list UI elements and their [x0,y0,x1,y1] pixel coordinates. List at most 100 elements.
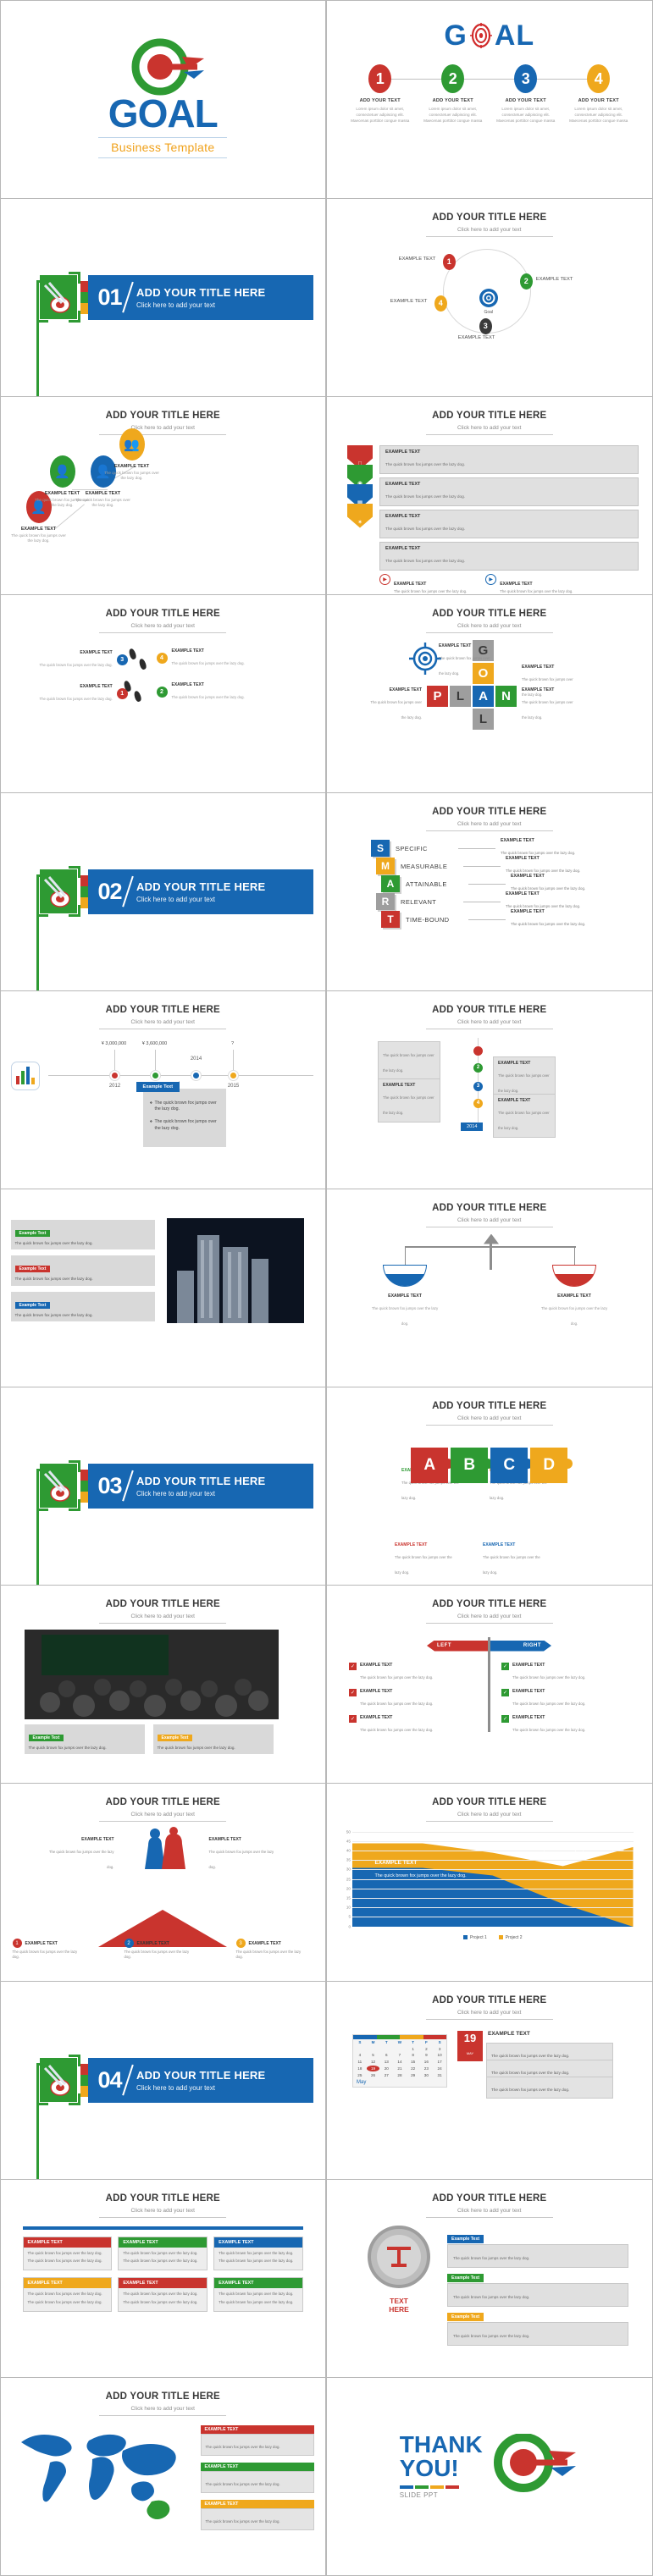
footstep-item[interactable]: EXAMPLE TEXT The quick brown fox jumps o… [40,650,128,670]
day-cell[interactable]: 13 [379,2059,393,2066]
timeline-dot[interactable]: 3 [473,1081,483,1091]
slide-timeline[interactable]: ADD YOUR TITLE HERE Click here to add yo… [0,990,326,1189]
caption-card[interactable]: Example Text The quick brown fox jumps o… [152,1724,274,1755]
day-cell[interactable]: 27 [379,2071,393,2078]
day-cell[interactable]: 18 [353,2066,367,2072]
slide-smart[interactable]: ADD YOUR TITLE HERE Click here to add yo… [326,792,653,991]
slide-photo-classroom[interactable]: ADD YOUR TITLE HERE Click here to add yo… [0,1584,326,1784]
day-cell-selected[interactable]: 19 [366,2065,380,2072]
day-cell[interactable]: 17 [433,2059,446,2066]
slide-orbit[interactable]: ADD YOUR TITLE HERE Click here to add yo… [326,197,653,397]
info-box[interactable]: EXAMPLE TEXT The quick brown fox jumps o… [213,2236,303,2271]
day-cell[interactable]: 22 [407,2066,420,2072]
slide-stamp[interactable]: ADD YOUR TITLE HERE Click here to add yo… [326,2178,653,2378]
day-cell[interactable]: 16 [420,2059,434,2066]
slide-section-03[interactable]: 03 ADD YOUR TITLE HERE Click here to add… [0,1386,326,1586]
timeline-dot[interactable] [473,1045,483,1056]
orbit-node-4[interactable]: 4 [434,295,447,312]
day-cell[interactable]: 5 [367,2052,380,2059]
agenda-step[interactable]: 4 ADD YOUR TEXT Lorem ipsum dolor sit am… [569,63,628,124]
info-box[interactable]: EXAMPLE TEXT The quick brown fox jumps o… [22,2236,113,2271]
day-cell[interactable]: 11 [353,2059,367,2066]
day-cell[interactable]: 24 [433,2066,446,2072]
play-link[interactable]: ▶ EXAMPLE TEXT The quick brown fox jumps… [485,573,573,594]
agenda-step[interactable]: 1 ADD YOUR TEXT Lorem ipsum dolor sit am… [351,63,410,124]
orbit-node-1[interactable]: 1 [442,253,456,270]
timeline-card[interactable]: The quick brown fox jumps over the lazy … [378,1040,440,1080]
sign-item[interactable]: ✓ EXAMPLE TEXT The quick brown fox jumps… [501,1662,630,1683]
sign-left[interactable]: LEFT [427,1640,488,1652]
smart-row[interactable]: R RELEVANT EXAMPLE TEXT The quick brown … [376,891,652,911]
sign-item[interactable]: ✓ EXAMPLE TEXT The quick brown fox jumps… [349,1662,478,1683]
stamp-row[interactable]: Example Text The quick brown fox jumps o… [447,2307,628,2346]
day-cell[interactable]: 28 [393,2071,407,2078]
day-cell[interactable] [379,2045,393,2052]
chevron-row[interactable]: EXAMPLE TEXT The quick brown fox jumps o… [379,509,639,538]
sign-item[interactable]: ✓ EXAMPLE TEXT The quick brown fox jumps… [349,1714,478,1735]
info-box[interactable]: EXAMPLE TEXT The quick brown fox jumps o… [213,2277,303,2312]
sign-item[interactable]: ✓ EXAMPLE TEXT The quick brown fox jumps… [349,1688,478,1709]
section-banner[interactable]: 01 ADD YOUR TITLE HERE Click here to add… [87,274,313,320]
calendar-row[interactable]: The quick brown fox jumps over the lazy … [486,2076,613,2099]
puzzle-piece-c[interactable]: C [490,1447,534,1483]
day-cell[interactable]: 4 [353,2052,367,2059]
timeline-dot-2013[interactable] [149,1069,161,1081]
timeline-dot[interactable]: 2 [473,1062,483,1073]
slide-thank-you[interactable]: THANK YOU! SLIDE PPT [326,2376,653,2576]
info-box[interactable]: EXAMPLE TEXT The quick brown fox jumps o… [118,2277,208,2312]
day-cell[interactable]: 20 [379,2066,393,2072]
day-cell[interactable]: 2 [420,2045,434,2052]
footstep-item[interactable]: 2 EXAMPLE TEXT The quick brown fox jumps… [156,682,245,703]
day-cell[interactable]: 31 [433,2071,446,2078]
orbit-node-2[interactable]: 2 [519,273,533,290]
smart-row[interactable]: M MEASURABLE EXAMPLE TEXT The quick brow… [376,856,652,875]
pyramid-item[interactable]: 1 EXAMPLE TEXT The quick brown fox jumps… [12,1939,82,1960]
chevron-row[interactable]: EXAMPLE TEXT The quick brown fox jumps o… [379,444,639,474]
puzzle-piece-d[interactable]: D [530,1447,573,1483]
map-card[interactable]: EXAMPLE TEXT The quick brown fox jumps o… [200,2499,314,2530]
timeline-dot-2012[interactable] [108,1069,120,1081]
slide-puzzle[interactable]: ADD YOUR TITLE HERE Click here to add yo… [326,1386,653,1586]
slide-footsteps[interactable]: ADD YOUR TITLE HERE Click here to add yo… [0,593,326,793]
day-cell[interactable]: 9 [420,2052,434,2059]
info-box[interactable]: EXAMPLE TEXT The quick brown fox jumps o… [22,2277,113,2312]
calendar-widget[interactable]: S M T W T F S 123 4 5 6 7 8 9 10 11 12 13 14 15 16 1… [352,2033,447,2088]
smart-row[interactable]: S SPECIFIC EXAMPLE TEXT The quick brown … [371,838,652,858]
day-cell[interactable]: 8 [407,2052,420,2059]
slide-section-04[interactable]: 04 ADD YOUR TITLE HERE Click here to add… [0,1980,326,2180]
day-cell[interactable]: 6 [379,2052,393,2059]
day-cell[interactable]: 3 [433,2045,446,2052]
day-cell[interactable]: 30 [420,2071,434,2078]
day-cell[interactable] [353,2045,367,2052]
day-cell[interactable] [367,2045,380,2052]
slide-pyramid[interactable]: ADD YOUR TITLE HERE Click here to add yo… [0,1782,326,1982]
sign-item[interactable]: ✓ EXAMPLE TEXT The quick brown fox jumps… [501,1688,630,1709]
day-cell[interactable]: 7 [393,2052,407,2059]
orbit-node-3[interactable]: 3 [479,317,492,334]
day-cell[interactable]: 12 [367,2059,380,2066]
puzzle-piece-b[interactable]: B [451,1447,494,1483]
chevron-row[interactable]: EXAMPLE TEXT The quick brown fox jumps o… [379,477,639,506]
section-banner[interactable]: 04 ADD YOUR TITLE HERE Click here to add… [87,2057,313,2103]
pyramid-item[interactable]: 2 EXAMPLE TEXT The quick brown fox jumps… [124,1939,194,1960]
map-card[interactable]: EXAMPLE TEXT The quick brown fox jumps o… [200,2462,314,2493]
day-cell[interactable]: 15 [407,2059,420,2066]
timeline-dot-2014[interactable] [190,1069,202,1081]
day-cell[interactable]: 23 [420,2066,434,2072]
footstep-item[interactable]: 4 EXAMPLE TEXT The quick brown fox jumps… [156,648,245,669]
stamp-row[interactable]: Example Text The quick brown fox jumps o… [447,2268,628,2307]
slide-world-map[interactable]: ADD YOUR TITLE HERE Click here to add yo… [0,2376,326,2576]
chevron-row[interactable]: EXAMPLE TEXT The quick brown fox jumps o… [379,541,639,571]
slide-signpost[interactable]: ADD YOUR TITLE HERE Click here to add yo… [326,1584,653,1784]
timeline-card[interactable]: EXAMPLE TEXT The quick brown fox jumps o… [378,1078,440,1123]
slide-plan[interactable]: ADD YOUR TITLE HERE Click here to add yo… [326,593,653,793]
timeline-card[interactable]: EXAMPLE TEXT The quick brown fox jumps o… [493,1093,556,1138]
slide-chevrons[interactable]: ADD YOUR TITLE HERE Click here to add yo… [326,395,653,595]
day-cell[interactable]: 26 [367,2071,380,2078]
slide-cover[interactable]: GOAL Business Template [0,0,326,199]
pyramid-item[interactable]: 3 EXAMPLE TEXT The quick brown fox jumps… [235,1939,306,1960]
timeline-dot-2015[interactable] [227,1069,239,1081]
agenda-step[interactable]: 3 ADD YOUR TEXT Lorem ipsum dolor sit am… [496,63,556,124]
slide-section-01[interactable]: 01 ADD YOUR TITLE HERE Click here to add… [0,197,326,397]
map-card[interactable]: EXAMPLE TEXT The quick brown fox jumps o… [200,2424,314,2456]
